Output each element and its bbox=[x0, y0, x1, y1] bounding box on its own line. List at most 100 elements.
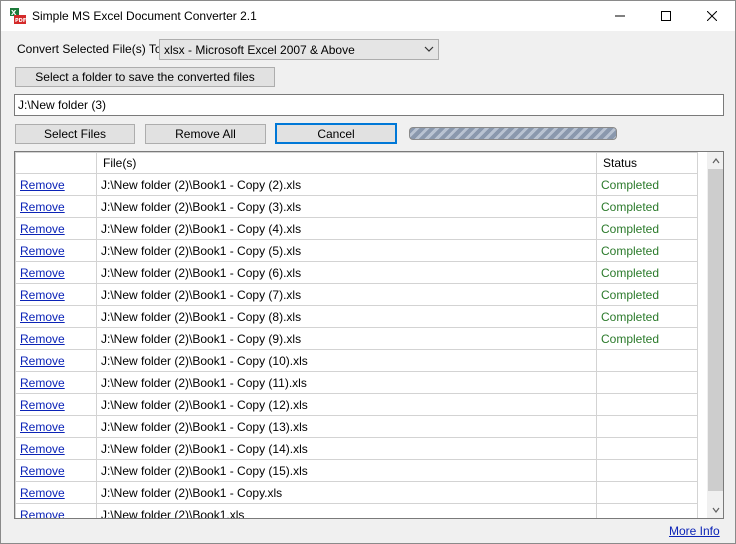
file-row[interactable]: Remove J:\New folder (2)\Book1 - Copy (7)… bbox=[15, 283, 698, 306]
file-status-cell: Completed bbox=[596, 283, 698, 306]
file-row[interactable]: Remove J:\New folder (2)\Book1 - Copy (12… bbox=[15, 393, 698, 416]
format-select[interactable]: xlsx - Microsoft Excel 2007 & Above bbox=[159, 39, 439, 60]
file-row-action-cell: Remove bbox=[15, 327, 97, 350]
remove-file-link[interactable]: Remove bbox=[20, 508, 65, 519]
convert-to-label: Convert Selected File(s) To bbox=[17, 42, 162, 56]
remove-file-link[interactable]: Remove bbox=[20, 178, 65, 192]
output-folder-field[interactable]: J:\New folder (3) bbox=[14, 94, 724, 116]
output-folder-value: J:\New folder (3) bbox=[18, 98, 107, 112]
remove-file-link[interactable]: Remove bbox=[20, 266, 65, 280]
window-title: Simple MS Excel Document Converter 2.1 bbox=[32, 9, 257, 23]
remove-file-link[interactable]: Remove bbox=[20, 398, 65, 412]
file-path-cell: J:\New folder (2)\Book1 - Copy (6).xls bbox=[96, 261, 597, 284]
svg-text:PDF: PDF bbox=[15, 18, 26, 24]
file-path-cell: J:\New folder (2)\Book1 - Copy (2).xls bbox=[96, 173, 597, 196]
remove-all-button[interactable]: Remove All bbox=[145, 124, 266, 144]
file-row[interactable]: Remove J:\New folder (2)\Book1 - Copy (5)… bbox=[15, 239, 698, 262]
maximize-icon bbox=[661, 11, 671, 21]
file-row-action-cell: Remove bbox=[15, 261, 97, 284]
file-row[interactable]: Remove J:\New folder (2)\Book1 - Copy (8)… bbox=[15, 305, 698, 328]
file-row[interactable]: Remove J:\New folder (2)\Book1 - Copy (4)… bbox=[15, 217, 698, 240]
format-select-value: xlsx - Microsoft Excel 2007 & Above bbox=[164, 43, 355, 57]
close-button[interactable] bbox=[689, 1, 735, 31]
cancel-button[interactable]: Cancel bbox=[275, 123, 397, 144]
remove-file-link[interactable]: Remove bbox=[20, 310, 65, 324]
file-path-cell: J:\New folder (2)\Book1 - Copy (4).xls bbox=[96, 217, 597, 240]
remove-file-link[interactable]: Remove bbox=[20, 420, 65, 434]
remove-file-link[interactable]: Remove bbox=[20, 332, 65, 346]
file-status-cell bbox=[596, 371, 698, 394]
file-status-cell bbox=[596, 503, 698, 518]
file-status-cell bbox=[596, 459, 698, 482]
file-status-cell: Completed bbox=[596, 305, 698, 328]
file-row-action-cell: Remove bbox=[15, 459, 97, 482]
file-row-action-cell: Remove bbox=[15, 239, 97, 262]
file-row-action-cell: Remove bbox=[15, 503, 97, 519]
scroll-down-button[interactable] bbox=[707, 501, 723, 518]
column-header-action[interactable] bbox=[15, 152, 97, 174]
remove-file-link[interactable]: Remove bbox=[20, 244, 65, 258]
file-path-cell: J:\New folder (2)\Book1 - Copy (13).xls bbox=[96, 415, 597, 438]
minimize-button[interactable] bbox=[597, 1, 643, 31]
more-info-link[interactable]: More Info bbox=[669, 524, 720, 538]
file-row[interactable]: Remove J:\New folder (2)\Book1 - Copy (15… bbox=[15, 459, 698, 482]
file-status-cell: Completed bbox=[596, 195, 698, 218]
file-path-cell: J:\New folder (2)\Book1 - Copy (10).xls bbox=[96, 349, 597, 372]
remove-file-link[interactable]: Remove bbox=[20, 464, 65, 478]
file-status-cell: Completed bbox=[596, 173, 698, 196]
file-status-cell: Completed bbox=[596, 261, 698, 284]
file-status-cell bbox=[596, 393, 698, 416]
file-row[interactable]: Remove J:\New folder (2)\Book1 - Copy (11… bbox=[15, 371, 698, 394]
column-header-files[interactable]: File(s) bbox=[96, 152, 597, 174]
remove-file-link[interactable]: Remove bbox=[20, 288, 65, 302]
file-row[interactable]: Remove J:\New folder (2)\Book1 - Copy (2)… bbox=[15, 173, 698, 196]
remove-file-link[interactable]: Remove bbox=[20, 442, 65, 456]
remove-file-link[interactable]: Remove bbox=[20, 486, 65, 500]
file-row-action-cell: Remove bbox=[15, 283, 97, 306]
file-status-cell bbox=[596, 437, 698, 460]
scroll-up-button[interactable] bbox=[707, 152, 723, 169]
chevron-up-icon bbox=[712, 157, 719, 163]
title-bar[interactable]: X PDF Simple MS Excel Document Converter… bbox=[1, 1, 735, 31]
excel-pdf-app-icon: X PDF bbox=[10, 8, 26, 24]
column-header-status[interactable]: Status bbox=[596, 152, 698, 174]
vertical-scrollbar[interactable] bbox=[707, 152, 723, 518]
file-path-cell: J:\New folder (2)\Book1 - Copy (5).xls bbox=[96, 239, 597, 262]
maximize-button[interactable] bbox=[643, 1, 689, 31]
file-path-cell: J:\New folder (2)\Book1 - Copy.xls bbox=[96, 481, 597, 504]
file-row[interactable]: Remove J:\New folder (2)\Book1 - Copy (9)… bbox=[15, 327, 698, 350]
remove-file-link[interactable]: Remove bbox=[20, 222, 65, 236]
file-path-cell: J:\New folder (2)\Book1 - Copy (7).xls bbox=[96, 283, 597, 306]
file-row[interactable]: Remove J:\New folder (2)\Book1 - Copy (10… bbox=[15, 349, 698, 372]
select-folder-button[interactable]: Select a folder to save the converted fi… bbox=[15, 67, 275, 87]
file-row-action-cell: Remove bbox=[15, 437, 97, 460]
file-path-cell: J:\New folder (2)\Book1.xls bbox=[96, 503, 597, 518]
file-status-cell bbox=[596, 349, 698, 372]
file-row-action-cell: Remove bbox=[15, 173, 97, 196]
file-path-cell: J:\New folder (2)\Book1 - Copy (11).xls bbox=[96, 371, 597, 394]
remove-file-link[interactable]: Remove bbox=[20, 200, 65, 214]
file-row[interactable]: Remove J:\New folder (2)\Book1 - Copy (14… bbox=[15, 437, 698, 460]
file-path-cell: J:\New folder (2)\Book1 - Copy (8).xls bbox=[96, 305, 597, 328]
minimize-icon bbox=[615, 15, 625, 17]
file-status-cell: Completed bbox=[596, 327, 698, 350]
select-files-button[interactable]: Select Files bbox=[15, 124, 135, 144]
file-row[interactable]: Remove J:\New folder (2)\Book1 - Copy.xls bbox=[15, 481, 698, 504]
file-list-header: File(s) Status bbox=[15, 152, 698, 174]
scrollbar-thumb[interactable] bbox=[708, 169, 723, 491]
file-row-action-cell: Remove bbox=[15, 393, 97, 416]
file-path-cell: J:\New folder (2)\Book1 - Copy (9).xls bbox=[96, 327, 597, 350]
file-path-cell: J:\New folder (2)\Book1 - Copy (15).xls bbox=[96, 459, 597, 482]
file-row[interactable]: Remove J:\New folder (2)\Book1 - Copy (6)… bbox=[15, 261, 698, 284]
file-path-cell: J:\New folder (2)\Book1 - Copy (14).xls bbox=[96, 437, 597, 460]
file-row-action-cell: Remove bbox=[15, 195, 97, 218]
remove-file-link[interactable]: Remove bbox=[20, 376, 65, 390]
app-window: X PDF Simple MS Excel Document Converter… bbox=[0, 0, 736, 544]
conversion-progress-bar bbox=[409, 127, 617, 140]
file-status-cell bbox=[596, 481, 698, 504]
file-row[interactable]: Remove J:\New folder (2)\Book1 - Copy (13… bbox=[15, 415, 698, 438]
close-icon bbox=[707, 11, 717, 21]
file-row[interactable]: Remove J:\New folder (2)\Book1 - Copy (3)… bbox=[15, 195, 698, 218]
remove-file-link[interactable]: Remove bbox=[20, 354, 65, 368]
file-row[interactable]: Remove J:\New folder (2)\Book1.xls bbox=[15, 503, 698, 519]
